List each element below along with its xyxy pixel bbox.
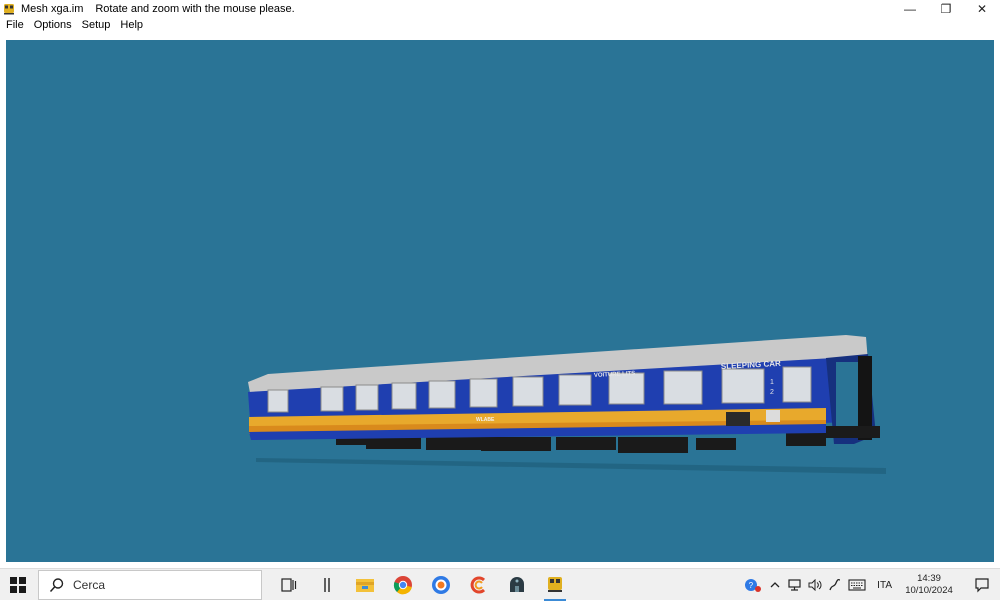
firefox-button[interactable]: [422, 569, 460, 601]
chrome-icon: [393, 575, 412, 594]
search-placeholder: Cerca: [73, 577, 106, 592]
ccleaner-button[interactable]: [460, 569, 498, 601]
chrome-button[interactable]: [384, 569, 422, 601]
app-window: Mesh xga.im Rotate and zoom with the mou…: [0, 0, 1000, 568]
title-bar[interactable]: Mesh xga.im Rotate and zoom with the mou…: [0, 0, 1000, 18]
class-2-label: 2: [770, 389, 774, 396]
clock[interactable]: 14:39 10/10/2024: [900, 573, 958, 597]
firefox-icon: [432, 575, 450, 594]
close-button[interactable]: ✕: [964, 0, 1000, 18]
class-1-label: 1: [770, 379, 774, 386]
show-hidden-icons-button[interactable]: [765, 569, 785, 601]
network-button[interactable]: [785, 569, 805, 601]
train-car-model: SLEEPING CAR VOITURE LITS WLABE 1 2: [248, 335, 886, 474]
keyboard-icon: [848, 579, 866, 591]
windows-logo-icon: [10, 576, 26, 593]
clock-date: 10/10/2024: [905, 585, 953, 596]
chevron-up-icon: [770, 582, 780, 588]
minimize-button[interactable]: —: [892, 0, 928, 18]
search-box[interactable]: Cerca: [38, 569, 262, 600]
owner-label: WLABE: [476, 417, 495, 423]
taskbar: Cerca ? ITA 14:39 10/10/2024: [0, 568, 1000, 601]
network-icon: [788, 579, 801, 591]
3d-viewport[interactable]: SLEEPING CAR VOITURE LITS WLABE 1 2: [6, 40, 994, 562]
ccleaner-icon: [470, 576, 486, 593]
game-app-icon: [510, 576, 524, 592]
start-button[interactable]: [0, 569, 36, 601]
pen-ink-icon: [829, 578, 841, 591]
menu-bar: File Options Setup Help: [0, 18, 148, 33]
clock-time: 14:39: [917, 573, 941, 584]
window-message: Rotate and zoom with the mouse please.: [95, 3, 295, 15]
multitask-button[interactable]: [308, 569, 346, 601]
menu-options[interactable]: Options: [29, 18, 77, 33]
restore-button[interactable]: ❐: [928, 0, 964, 18]
menu-setup[interactable]: Setup: [77, 18, 116, 33]
window-title: Mesh xga.im: [21, 3, 84, 15]
help-alert-icon: ?: [745, 579, 762, 592]
task-view-button[interactable]: [270, 569, 308, 601]
menu-help[interactable]: Help: [115, 18, 148, 33]
taskbar-apps: [270, 569, 574, 601]
pen-button[interactable]: [825, 569, 845, 601]
file-explorer-button[interactable]: [346, 569, 384, 601]
file-explorer-icon: [356, 578, 374, 592]
multitask-icon: [324, 577, 330, 592]
input-language[interactable]: ITA: [877, 580, 892, 591]
task-view-icon: [281, 577, 297, 592]
search-icon: [49, 577, 64, 592]
mesh-viewer-icon: [548, 576, 562, 592]
svg-text:?: ?: [749, 581, 754, 590]
speaker-icon: [808, 579, 822, 591]
notifications-button[interactable]: [964, 569, 1000, 601]
app-train-icon: [4, 4, 14, 15]
window-controls: — ❐ ✕: [892, 0, 1000, 18]
volume-button[interactable]: [805, 569, 825, 601]
mesh-viewer-button[interactable]: [536, 569, 574, 601]
menu-file[interactable]: File: [0, 18, 29, 33]
notification-icon: [975, 578, 989, 593]
game-app-button[interactable]: [498, 569, 536, 601]
help-tray-button[interactable]: ?: [741, 569, 765, 601]
system-tray: ? ITA 14:39 10/10/2024: [741, 569, 1000, 601]
touch-keyboard-button[interactable]: [845, 569, 869, 601]
